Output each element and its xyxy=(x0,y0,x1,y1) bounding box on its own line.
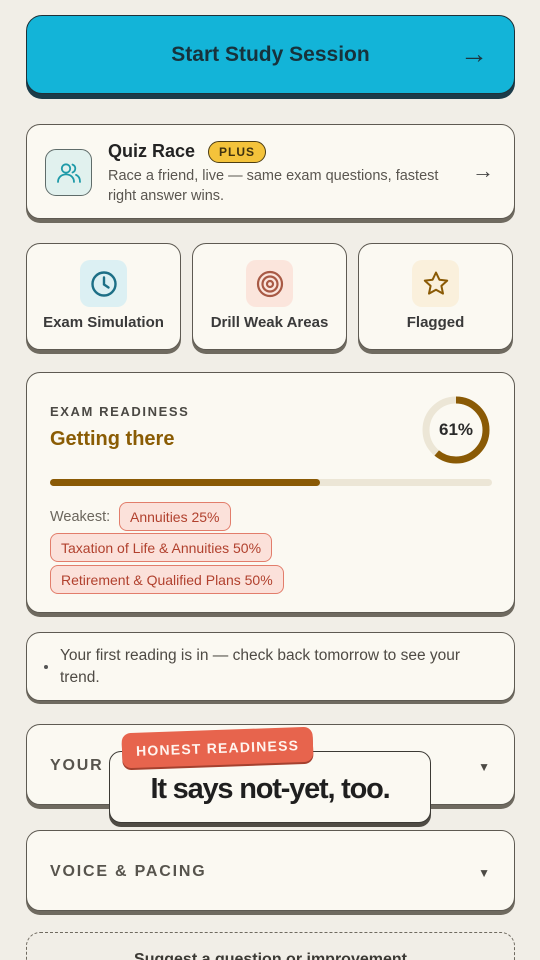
weak-area-chip[interactable]: Taxation of Life & Annuities 50% xyxy=(50,533,273,562)
readiness-progress-fill xyxy=(50,479,320,486)
suggest-improvement-button[interactable]: Suggest a question or improvement xyxy=(26,932,515,960)
note-text: Your first reading is in — check back to… xyxy=(60,647,461,686)
exam-simulation-label: Exam Simulation xyxy=(43,314,164,331)
start-study-session-label: Start Study Session xyxy=(171,42,370,66)
section-label: VOICE & PACING xyxy=(50,863,207,880)
bullet-icon xyxy=(44,665,48,669)
target-icon xyxy=(246,260,293,307)
weakest-label: Weakest: xyxy=(50,509,111,525)
callout-headline: It says not-yet, too. xyxy=(150,772,390,805)
caret-down-icon: ▼ xyxy=(478,760,490,774)
star-icon xyxy=(412,260,459,307)
quiz-race-card[interactable]: Quiz Race PLUS Race a friend, live — sam… xyxy=(26,124,515,219)
exam-readiness-card: EXAM READINESS Getting there 61% Weakest… xyxy=(26,372,515,613)
arrow-right-icon: → xyxy=(472,158,494,183)
arrow-right-icon: → xyxy=(460,38,488,69)
quiz-race-title: Quiz Race xyxy=(108,141,196,161)
plus-badge: PLUS xyxy=(208,141,267,163)
honest-readiness-badge: HONEST READINESS xyxy=(121,726,314,769)
exam-simulation-button[interactable]: Exam Simulation xyxy=(26,243,181,350)
caret-down-icon: ▼ xyxy=(478,866,490,880)
weak-area-chip[interactable]: Retirement & Qualified Plans 50% xyxy=(50,565,284,594)
weak-area-chip[interactable]: Annuities 25% xyxy=(119,502,231,531)
flagged-label: Flagged xyxy=(406,314,465,331)
quiz-race-description: Race a friend, live — same exam question… xyxy=(108,168,439,204)
readiness-progress-bar xyxy=(50,479,492,486)
first-reading-note: Your first reading is in — check back to… xyxy=(26,632,515,701)
suggest-label: Suggest a question or improvement xyxy=(134,951,407,960)
drill-weak-areas-label: Drill Weak Areas xyxy=(210,314,329,331)
exam-readiness-kicker: EXAM READINESS xyxy=(50,404,190,419)
start-study-session-button[interactable]: Start Study Session → xyxy=(26,15,515,94)
clock-icon xyxy=(80,260,127,307)
flagged-button[interactable]: Flagged xyxy=(358,243,513,350)
users-icon xyxy=(45,149,92,196)
readiness-status: Getting there xyxy=(50,428,175,450)
voice-pacing-section[interactable]: VOICE & PACING ▼ xyxy=(26,830,515,911)
readiness-percent: 61% xyxy=(438,420,474,439)
drill-weak-areas-button[interactable]: Drill Weak Areas xyxy=(192,243,347,350)
